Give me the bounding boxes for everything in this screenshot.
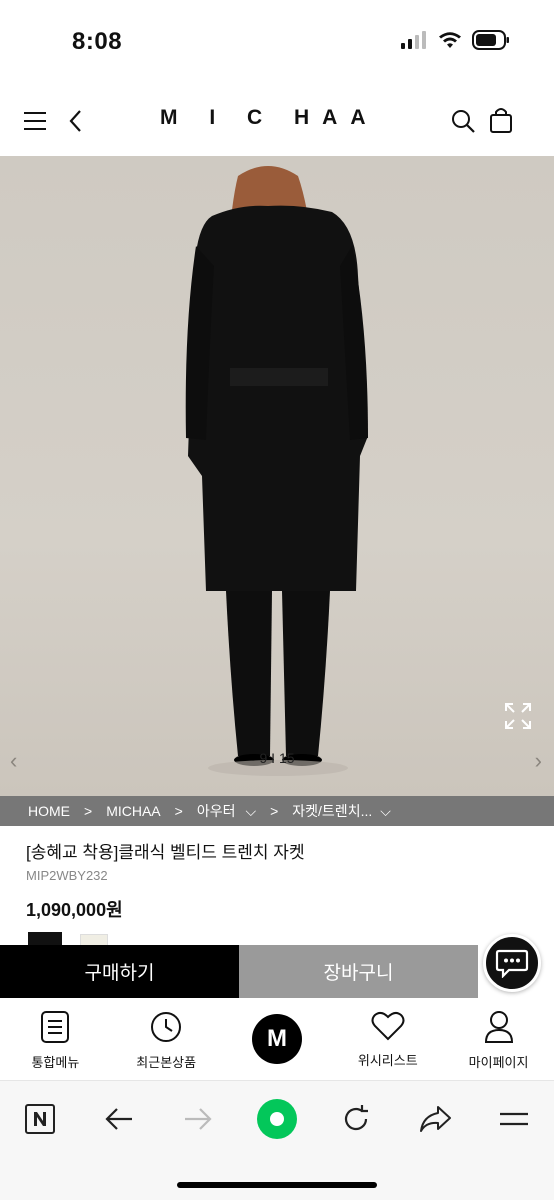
wifi-icon xyxy=(439,32,461,48)
add-to-cart-button[interactable]: 장바구니 xyxy=(239,945,478,998)
cellular-signal-icon xyxy=(401,31,426,49)
breadcrumb-michaa[interactable]: MICHAA xyxy=(106,803,160,819)
nav-wishlist[interactable]: 위시리스트 xyxy=(332,998,443,1080)
fullscreen-expand-icon[interactable] xyxy=(504,702,532,730)
back-arrow-icon[interactable] xyxy=(97,1097,141,1141)
breadcrumb-separator: > xyxy=(84,803,93,819)
breadcrumb-jacket-trench[interactable]: 자켓/트렌치... xyxy=(292,801,372,821)
status-bar: 8:08 xyxy=(0,0,554,84)
nav-mypage[interactable]: 마이페이지 xyxy=(443,998,554,1080)
clock-icon xyxy=(151,1012,182,1042)
home-m-icon: M xyxy=(251,1014,302,1064)
image-counter: 9 I 15 xyxy=(259,750,295,766)
nav-label: 최근본상품 xyxy=(136,1055,197,1070)
nav-label: 마이페이지 xyxy=(468,1055,529,1070)
back-chevron-icon[interactable] xyxy=(64,108,88,134)
heart-icon xyxy=(371,1011,405,1041)
chat-button[interactable] xyxy=(483,934,541,992)
search-icon[interactable] xyxy=(450,108,476,134)
bottom-nav: 통합메뉴 최근본상품 M 위시리스트 마이페이지 xyxy=(0,998,554,1080)
nav-recent[interactable]: 최근본상품 xyxy=(111,998,222,1080)
reload-icon[interactable] xyxy=(334,1097,378,1141)
breadcrumb: HOME > MICHAA > 아우터 ⌵ > 자켓/트렌치... ⌵ xyxy=(0,796,554,826)
chevron-down-icon[interactable]: ⌵ xyxy=(380,803,391,820)
menu-list-icon xyxy=(41,1011,70,1043)
nav-label: 통합메뉴 xyxy=(31,1055,80,1070)
chevron-down-icon[interactable]: ⌵ xyxy=(245,803,256,820)
breadcrumb-home[interactable]: HOME xyxy=(28,803,70,819)
color-swatch-black[interactable] xyxy=(28,932,62,946)
model-illustration xyxy=(185,166,368,776)
nav-menu[interactable]: 통합메뉴 xyxy=(0,998,111,1080)
home-indicator xyxy=(177,1182,377,1188)
product-sku: MIP2WBY232 xyxy=(26,868,108,883)
product-image[interactable]: ‹ › 9 I 15 xyxy=(0,156,554,796)
status-time: 8:08 xyxy=(72,28,123,55)
breadcrumb-separator: > xyxy=(174,803,183,819)
battery-icon xyxy=(472,30,509,50)
nav-label: 위시리스트 xyxy=(357,1053,418,1068)
app-header: M I C HAA xyxy=(0,88,554,156)
forward-arrow-icon[interactable] xyxy=(176,1097,220,1141)
hamburger-menu-icon[interactable] xyxy=(22,108,48,134)
person-icon xyxy=(484,1011,513,1043)
green-home-icon[interactable] xyxy=(255,1097,299,1141)
brand-logo[interactable]: M I C HAA xyxy=(160,106,396,130)
product-price: 1,090,000원 xyxy=(26,900,123,920)
product-title: [송혜교 착용]클래식 벨티드 트렌치 자켓 xyxy=(26,843,305,862)
buy-now-button[interactable]: 구매하기 xyxy=(0,945,239,998)
breadcrumb-separator: > xyxy=(270,803,279,819)
shopping-bag-icon[interactable] xyxy=(488,106,514,134)
status-icons xyxy=(400,30,510,50)
breadcrumb-outer[interactable]: 아우터 xyxy=(197,801,236,821)
nav-home[interactable]: M xyxy=(222,998,333,1080)
menu-icon[interactable] xyxy=(492,1097,536,1141)
naver-n-icon[interactable] xyxy=(18,1097,62,1141)
chat-bubble-icon xyxy=(495,949,529,978)
share-icon[interactable] xyxy=(413,1097,457,1141)
